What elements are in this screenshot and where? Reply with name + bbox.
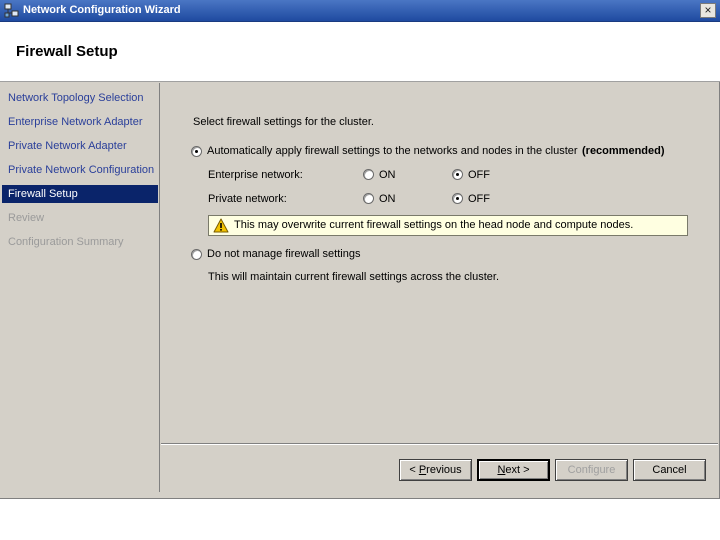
auto-apply-radio[interactable] [191,146,202,157]
warning-banner: This may overwrite current firewall sett… [208,215,688,236]
enterprise-off-radio[interactable] [452,169,463,180]
sidebar-item-enterprise-adapter[interactable]: Enterprise Network Adapter [2,113,158,131]
warning-triangle-icon [213,218,229,233]
private-on-radio[interactable] [363,193,374,204]
warning-text: This may overwrite current firewall sett… [234,219,634,231]
private-on-label[interactable]: ON [379,193,396,205]
sidebar-item-network-topology[interactable]: Network Topology Selection [2,89,158,107]
close-button[interactable]: × [700,3,716,18]
do-not-manage-label[interactable]: Do not manage firewall settings [207,248,360,260]
sidebar-item-configuration-summary: Configuration Summary [8,236,124,248]
enterprise-off-label[interactable]: OFF [468,169,490,181]
do-not-manage-description: This will maintain current firewall sett… [208,271,499,283]
previous-prefix: < [409,464,419,476]
button-bar: < Previous Next > Configure Cancel [161,443,718,492]
private-off-label[interactable]: OFF [468,193,490,205]
private-network-label: Private network: [208,193,287,205]
next-button[interactable]: Next > [477,459,550,481]
enterprise-on-label[interactable]: ON [379,169,396,181]
cancel-button[interactable]: Cancel [633,459,706,481]
sidebar-item-review: Review [8,212,45,224]
wizard-window: Network Configuration Wizard × Firewall … [0,0,720,499]
main-content: Select firewall settings for the cluster… [161,83,718,443]
sidebar-item-private-adapter[interactable]: Private Network Adapter [2,137,158,155]
previous-rest: revious [426,464,462,476]
title-bar[interactable]: Network Configuration Wizard × [0,0,720,22]
sidebar-item-firewall-setup[interactable]: Firewall Setup [2,185,158,203]
enterprise-on-radio[interactable] [363,169,374,180]
next-rest: ext > [505,464,530,476]
page-header: Firewall Setup [0,22,720,82]
auto-apply-label[interactable]: Automatically apply firewall settings to… [207,145,578,157]
configure-button: Configure [555,459,628,481]
enterprise-network-label: Enterprise network: [208,169,303,181]
recommended-label: (recommended) [582,145,665,157]
instruction-text: Select firewall settings for the cluster… [193,116,374,128]
network-app-icon [4,3,19,18]
wizard-steps-sidebar: Network Topology Selection Enterprise Ne… [2,83,160,492]
previous-button[interactable]: < Previous [399,459,472,481]
do-not-manage-radio[interactable] [191,249,202,260]
window-title: Network Configuration Wizard [23,4,181,16]
private-off-radio[interactable] [452,193,463,204]
sidebar-item-private-config[interactable]: Private Network Configuration [2,161,158,179]
page-title: Firewall Setup [16,43,118,60]
